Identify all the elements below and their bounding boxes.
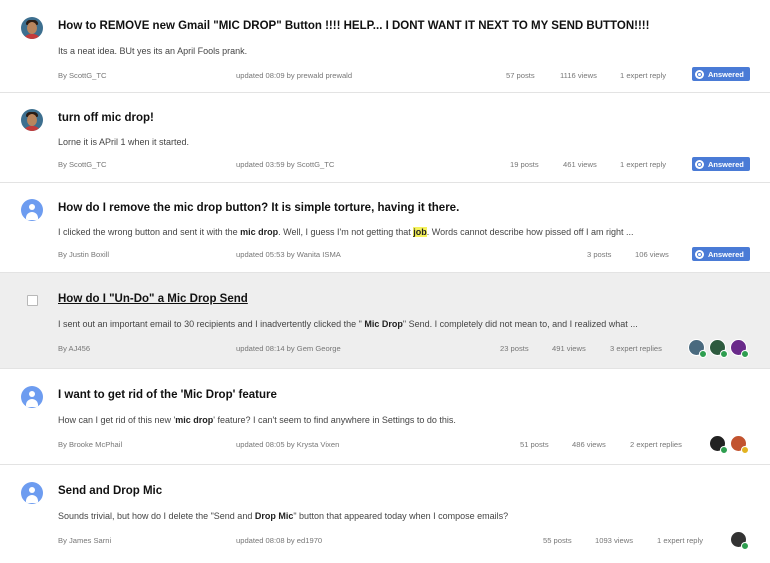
thread-views: 461 views	[563, 160, 597, 169]
check-circle-icon	[695, 69, 704, 79]
thread-expert-replies: 2 expert replies	[630, 440, 682, 449]
thread-author[interactable]: By ScottG_TC	[58, 160, 107, 169]
thread-expert-replies: 1 expert reply	[620, 71, 667, 80]
thread-views: 1116 views	[560, 71, 597, 80]
select-checkbox[interactable]	[27, 295, 38, 306]
thread-author[interactable]: By Justin Boxill	[58, 250, 109, 259]
expert-avatar[interactable]	[730, 435, 749, 454]
answered-badge: Answered	[692, 157, 750, 171]
thread-row[interactable]: Send and Drop Mic Sounds trivial, but ho…	[0, 465, 770, 563]
thread-updated: updated 08:09 by prewald prewald	[236, 71, 353, 80]
thread-row[interactable]: How do I "Un-Do" a Mic Drop Send I sent …	[0, 273, 770, 369]
answered-badge: Answered	[692, 247, 750, 261]
answered-badge: Answered	[692, 67, 750, 81]
thread-expert-replies: 3 expert replies	[610, 344, 662, 353]
expert-badge-icon	[741, 542, 749, 550]
thread-snippet: I clicked the wrong button and sent it w…	[58, 227, 634, 237]
thread-snippet: Its a neat idea. BUt yes its an April Fo…	[58, 46, 248, 56]
thread-views: 1093 views	[595, 536, 633, 545]
thread-posts: 23 posts	[500, 344, 529, 353]
expert-avatar[interactable]	[688, 339, 707, 358]
user-avatar	[21, 17, 43, 39]
expert-badge-icon	[699, 350, 707, 358]
thread-posts: 51 posts	[520, 440, 549, 449]
thread-row[interactable]: How do I remove the mic drop button? It …	[0, 183, 770, 273]
expert-badge-icon	[720, 446, 728, 454]
thread-views: 491 views	[552, 344, 586, 353]
thread-snippet: Sounds trivial, but how do I delete the …	[58, 511, 509, 521]
thread-views: 486 views	[572, 440, 606, 449]
check-circle-icon	[695, 159, 704, 169]
thread-row[interactable]: turn off mic drop! Lorne it is APril 1 w…	[0, 93, 770, 183]
thread-updated: updated 08:05 by Krysta Vixen	[236, 440, 340, 449]
expert-badge-icon	[720, 350, 728, 358]
default-avatar-icon	[21, 386, 43, 408]
expert-badge-icon	[741, 446, 749, 454]
thread-updated: updated 08:14 by Gem George	[236, 344, 341, 353]
thread-views: 106 views	[635, 250, 669, 259]
thread-author[interactable]: By ScottG_TC	[58, 71, 107, 80]
thread-updated: updated 08:08 by ed1970	[236, 536, 323, 545]
thread-posts: 55 posts	[543, 536, 572, 545]
expert-avatar[interactable]	[709, 339, 728, 358]
thread-posts: 57 posts	[506, 71, 535, 80]
thread-posts: 3 posts	[587, 250, 612, 259]
default-avatar-icon	[21, 199, 43, 221]
thread-title[interactable]: How do I remove the mic drop button? It …	[58, 202, 459, 214]
expert-badge-icon	[741, 350, 749, 358]
thread-author[interactable]: By James Sarni	[58, 536, 111, 545]
expert-avatar[interactable]	[709, 435, 728, 454]
thread-title[interactable]: How to REMOVE new Gmail "MIC DROP" Butto…	[58, 20, 649, 32]
thread-updated: updated 03:59 by ScottG_TC	[236, 160, 335, 169]
expert-avatar[interactable]	[730, 339, 749, 358]
thread-title[interactable]: Send and Drop Mic	[58, 485, 162, 497]
thread-title[interactable]: turn off mic drop!	[58, 112, 154, 124]
thread-row[interactable]: I want to get rid of the 'Mic Drop' feat…	[0, 369, 770, 465]
thread-title[interactable]: I want to get rid of the 'Mic Drop' feat…	[58, 389, 277, 401]
thread-expert-replies: 1 expert reply	[620, 160, 667, 169]
thread-snippet: Lorne it is APril 1 when it started.	[58, 137, 190, 147]
thread-row[interactable]: How to REMOVE new Gmail "MIC DROP" Butto…	[0, 0, 770, 93]
thread-snippet: How can I get rid of this new 'mic drop'…	[58, 415, 456, 425]
thread-expert-replies: 1 expert reply	[657, 536, 704, 545]
user-avatar	[21, 109, 43, 131]
default-avatar-icon	[21, 482, 43, 504]
thread-author[interactable]: By AJ456	[58, 344, 90, 353]
thread-snippet: I sent out an important email to 30 reci…	[58, 319, 638, 329]
thread-posts: 19 posts	[510, 160, 539, 169]
check-circle-icon	[695, 249, 704, 259]
thread-updated: updated 05:53 by Wanita ISMA	[236, 250, 341, 259]
thread-title[interactable]: How do I "Un-Do" a Mic Drop Send	[58, 293, 248, 305]
thread-author[interactable]: By Brooke McPhail	[58, 440, 122, 449]
expert-avatar[interactable]	[730, 531, 749, 550]
